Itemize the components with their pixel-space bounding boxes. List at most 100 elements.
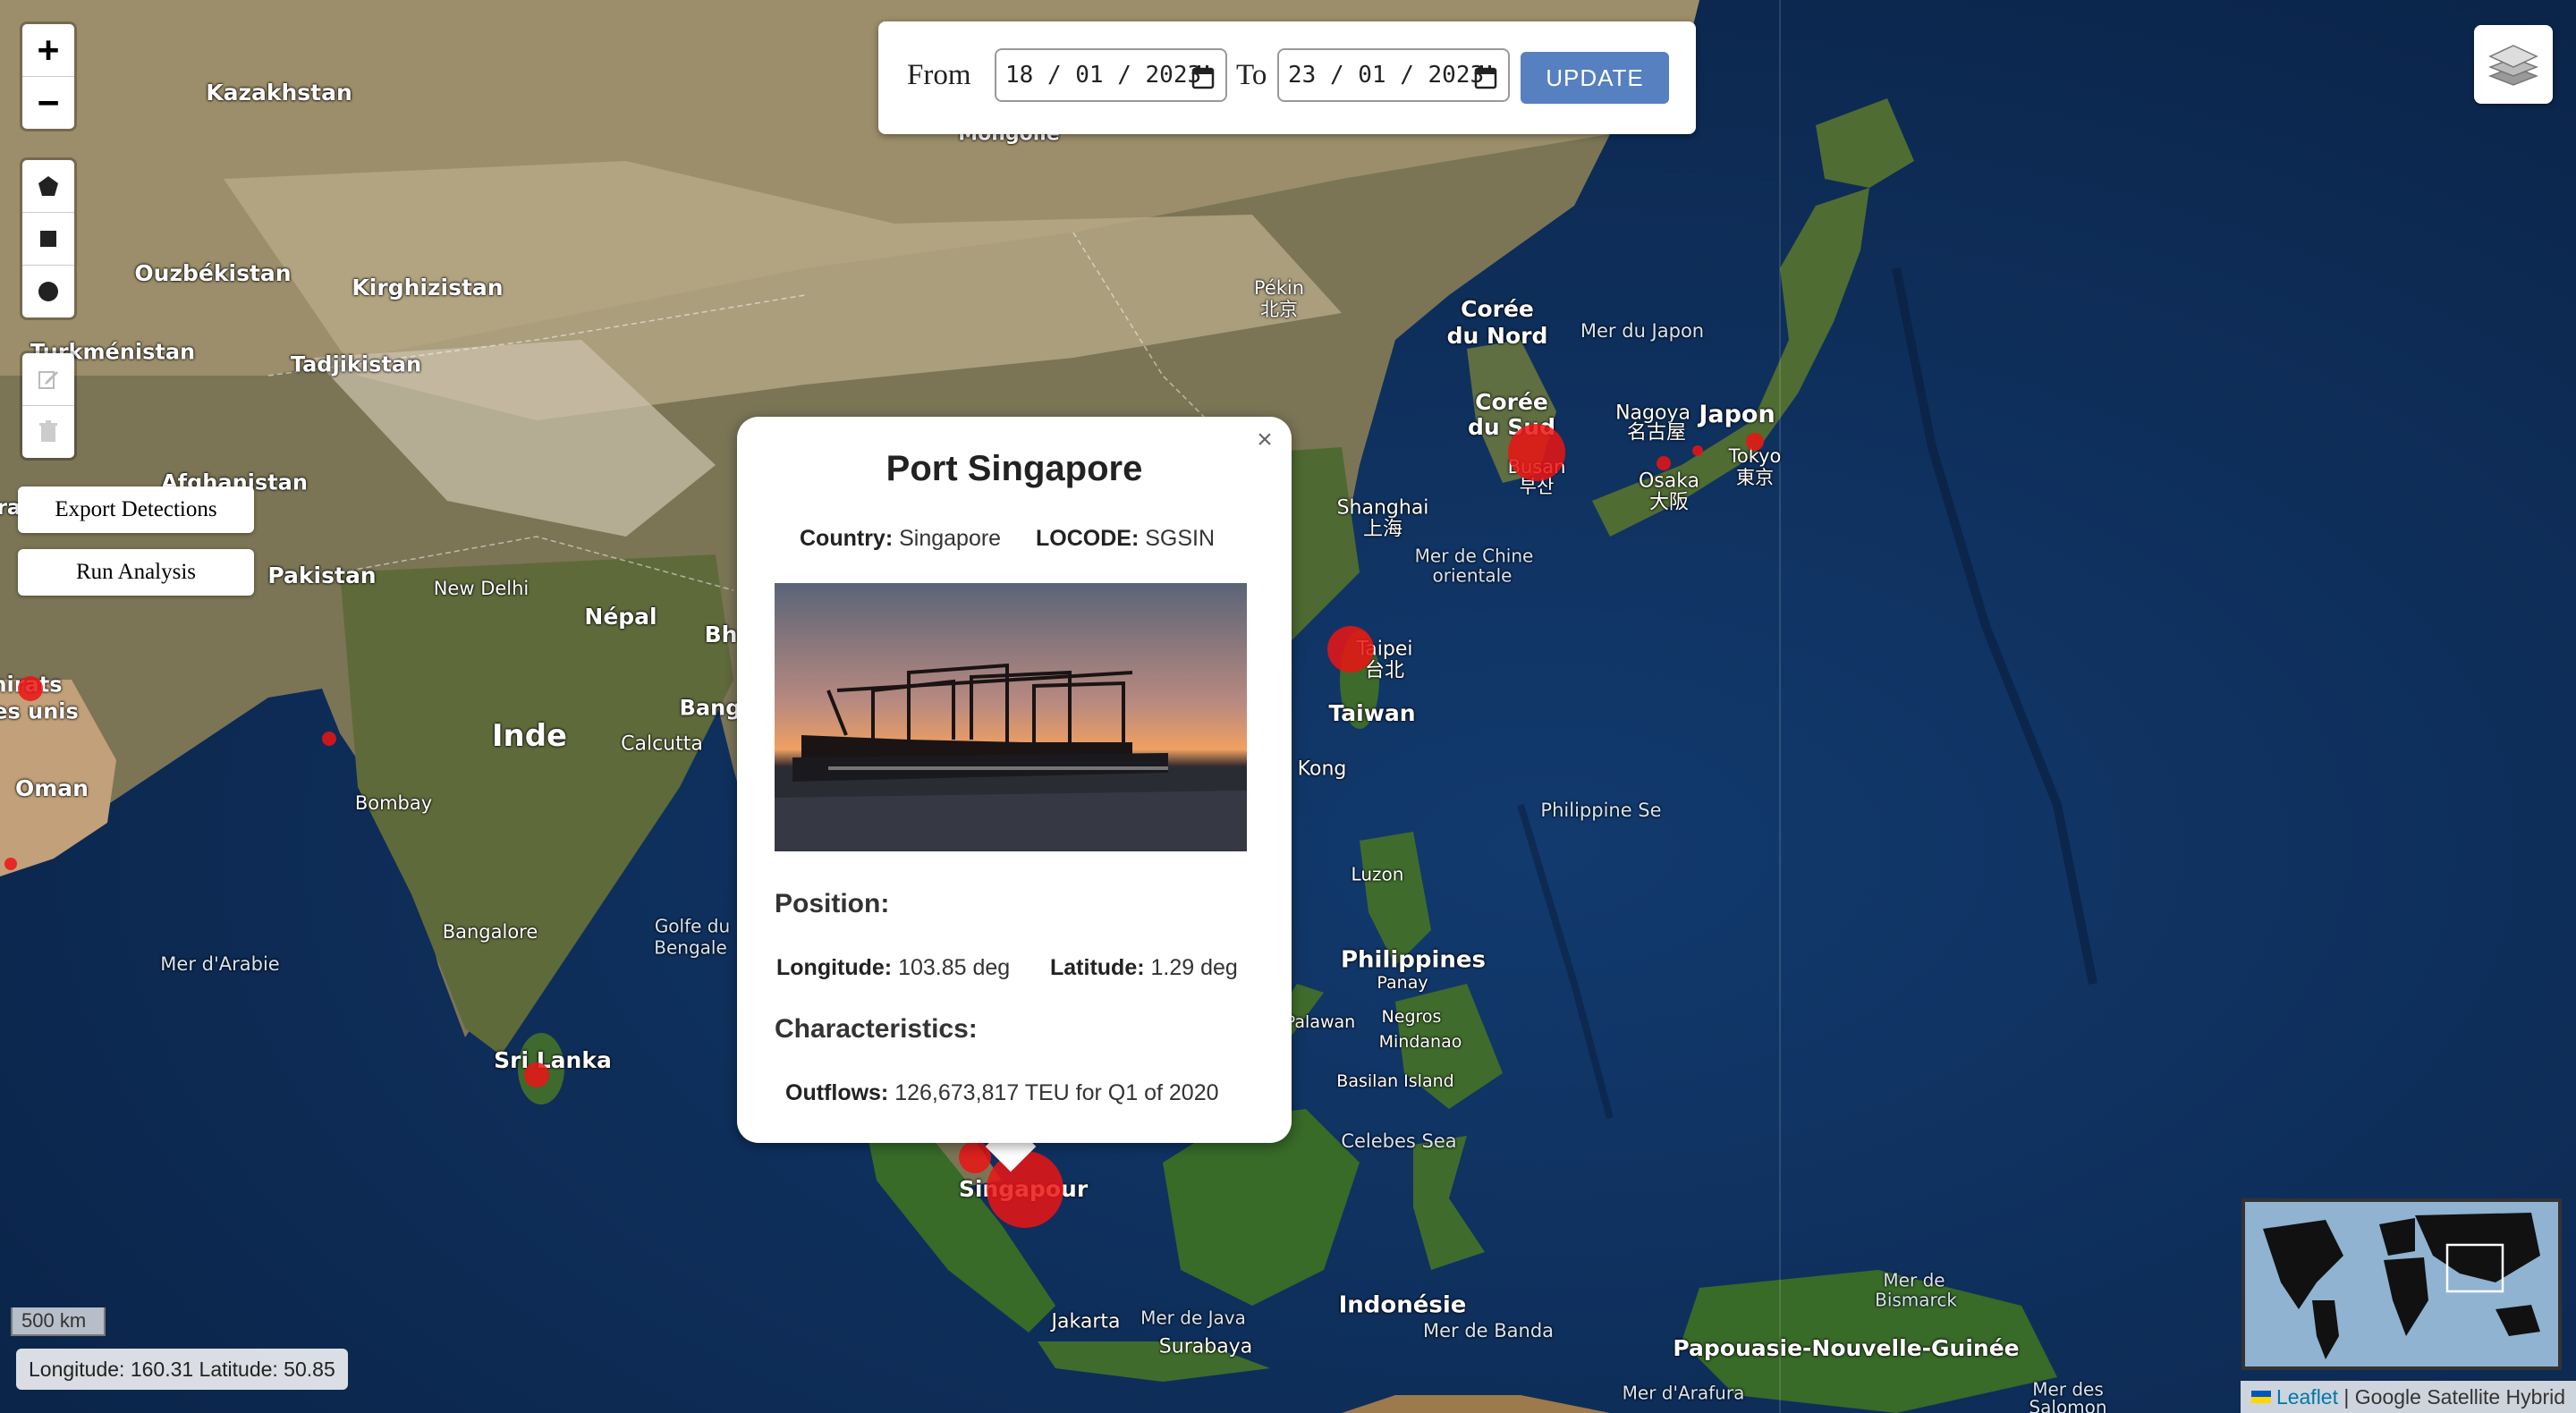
- leaflet-link[interactable]: Leaflet: [2276, 1385, 2338, 1409]
- draw-rectangle-button[interactable]: [22, 213, 74, 266]
- label-coree-sud-1: Corée: [1475, 388, 1548, 415]
- port-photo: [775, 583, 1247, 851]
- port-marker-taipei[interactable]: [1327, 626, 1374, 673]
- attribution-separator: |: [2338, 1384, 2355, 1409]
- popup-latitude-row: Latitude: 1.29 deg: [1050, 955, 1238, 981]
- label-pekin-1: Pékin: [1253, 276, 1305, 299]
- run-analysis-button[interactable]: Run Analysis: [18, 549, 254, 596]
- port-marker-nagoya[interactable]: [1657, 456, 1671, 470]
- label-papouasie: Papouasie-Nouvelle-Guinée: [1673, 1334, 2020, 1361]
- latitude-label: Latitude:: [1050, 955, 1145, 980]
- label-mer-banda: Mer de Banda: [1422, 1319, 1555, 1341]
- layers-icon: [2488, 45, 2538, 86]
- label-tokyo-2: 東京: [1736, 466, 1774, 488]
- to-date-input[interactable]: 23 / 01 / 2023: [1277, 48, 1510, 102]
- trash-icon: [39, 420, 57, 442]
- popup-longitude-row: Longitude: 103.85 deg: [776, 955, 1010, 981]
- label-surabaya: Surabaya: [1158, 1335, 1253, 1358]
- label-pakistan: Pakistan: [267, 562, 377, 588]
- port-popup: × Port Singapore Country: Singapore LOCO…: [737, 417, 1292, 1143]
- port-photo-image: [775, 583, 1247, 851]
- zoom-control: + −: [20, 21, 77, 131]
- label-golfe-2: Bengale: [654, 936, 727, 959]
- label-shanghai-1: Shanghai: [1336, 496, 1429, 520]
- label-palawan: Palawan: [1284, 1012, 1356, 1033]
- label-osaka-2: 大阪: [1648, 491, 1690, 514]
- label-ouzbekistan: Ouzbékistan: [134, 259, 292, 286]
- zoom-in-button[interactable]: +: [22, 24, 74, 77]
- delete-layers-button[interactable]: [22, 406, 74, 458]
- label-kirghizistan: Kirghizistan: [352, 274, 504, 300]
- country-label: Country:: [800, 526, 894, 551]
- label-taipei-2: 台北: [1364, 659, 1405, 682]
- from-date-input[interactable]: 18 / 01 / 2023: [995, 48, 1227, 102]
- label-osaka-1: Osaka: [1638, 470, 1700, 493]
- label-mer-japon: Mer du Japon: [1580, 319, 1705, 342]
- port-marker-oman[interactable]: [4, 858, 17, 870]
- label-mer-arafura: Mer d'Arafura: [1622, 1382, 1745, 1404]
- edit-toolbar: [20, 351, 77, 461]
- locode-label: LOCODE:: [1036, 526, 1140, 551]
- label-taiwan: Taiwan: [1328, 699, 1416, 726]
- label-new-delhi: New Delhi: [433, 577, 530, 599]
- minimap[interactable]: [2241, 1198, 2562, 1370]
- label-kong: Kong: [1297, 757, 1347, 781]
- port-marker-osaka[interactable]: [1692, 445, 1703, 456]
- longitude-label: Longitude:: [776, 955, 893, 980]
- label-basilan: Basilan Island: [1336, 1071, 1454, 1092]
- label-coree-nord-2: du Nord: [1446, 322, 1548, 349]
- label-celebes: Celebes Sea: [1341, 1130, 1457, 1152]
- port-marker-karachi[interactable]: [322, 732, 336, 746]
- zoom-in-label: +: [37, 30, 60, 71]
- export-detections-button[interactable]: Export Detections: [18, 487, 254, 533]
- scale-bar: 500 km: [11, 1307, 106, 1336]
- label-oman: Oman: [15, 774, 89, 801]
- label-luzon: Luzon: [1351, 863, 1404, 885]
- draw-circle-button[interactable]: [22, 266, 74, 317]
- popup-outflows-row: Outflows: 126,673,817 TEU for Q1 of 2020: [785, 1080, 1219, 1106]
- port-marker-emirates[interactable]: [18, 676, 43, 701]
- label-indonesie: Indonésie: [1338, 1291, 1467, 1319]
- label-panay: Panay: [1377, 973, 1428, 994]
- calendar-icon[interactable]: [1191, 64, 1215, 89]
- port-marker-singapore[interactable]: [987, 1151, 1063, 1228]
- label-nagoya-2: 名古屋: [1626, 421, 1687, 444]
- label-bh: Bh: [704, 621, 738, 647]
- label-kazakhstan: Kazakhstan: [206, 79, 352, 106]
- calendar-icon[interactable]: [1474, 64, 1497, 89]
- characteristics-heading: Characteristics:: [775, 1014, 978, 1044]
- label-salomon-2: Salomon: [2029, 1396, 2107, 1413]
- port-marker-busan[interactable]: [1508, 424, 1565, 481]
- label-bismarck-1: Mer de: [1883, 1269, 1945, 1291]
- popup-locode-row: LOCODE: SGSIN: [1036, 526, 1215, 552]
- locode-value: SGSIN: [1145, 526, 1216, 551]
- label-tadjikistan: Tadjikistan: [290, 351, 422, 377]
- label-mer-java: Mer de Java: [1140, 1307, 1246, 1329]
- popup-title: Port Singapore: [886, 449, 1143, 488]
- attribution: Leaflet | Google Satellite Hybrid: [2240, 1381, 2576, 1413]
- label-philippines: Philippines: [1340, 946, 1487, 974]
- label-philippine-sea: Philippine Se: [1540, 799, 1662, 821]
- edit-layers-button[interactable]: [22, 353, 74, 406]
- from-label: From: [907, 59, 971, 91]
- position-heading: Position:: [775, 889, 890, 918]
- from-date-value: 18 / 01 / 2023: [1005, 62, 1202, 89]
- label-coree-nord-1: Corée: [1461, 295, 1534, 322]
- draw-polygon-button[interactable]: [22, 160, 74, 213]
- zoom-out-button[interactable]: −: [22, 77, 74, 129]
- edit-icon: [38, 371, 58, 389]
- port-marker-colombo[interactable]: [524, 1062, 549, 1087]
- label-bombay: Bombay: [354, 791, 433, 814]
- cursor-coordinates: Longitude: 160.31 Latitude: 50.85: [16, 1349, 348, 1390]
- to-date-value: 23 / 01 / 2023: [1288, 62, 1485, 89]
- label-calcutta: Calcutta: [621, 732, 703, 756]
- port-marker-tokyo[interactable]: [1746, 433, 1764, 451]
- layers-control-button[interactable]: [2474, 25, 2553, 104]
- label-jakarta: Jakarta: [1051, 1310, 1121, 1333]
- label-shanghai-2: 上海: [1362, 518, 1403, 541]
- label-pekin-2: 北京: [1260, 298, 1298, 320]
- zoom-out-label: −: [37, 82, 60, 123]
- update-button[interactable]: UPDATE: [1521, 52, 1669, 104]
- label-mer-chine-2: orientale: [1432, 564, 1513, 587]
- label-nepal: Népal: [584, 603, 657, 630]
